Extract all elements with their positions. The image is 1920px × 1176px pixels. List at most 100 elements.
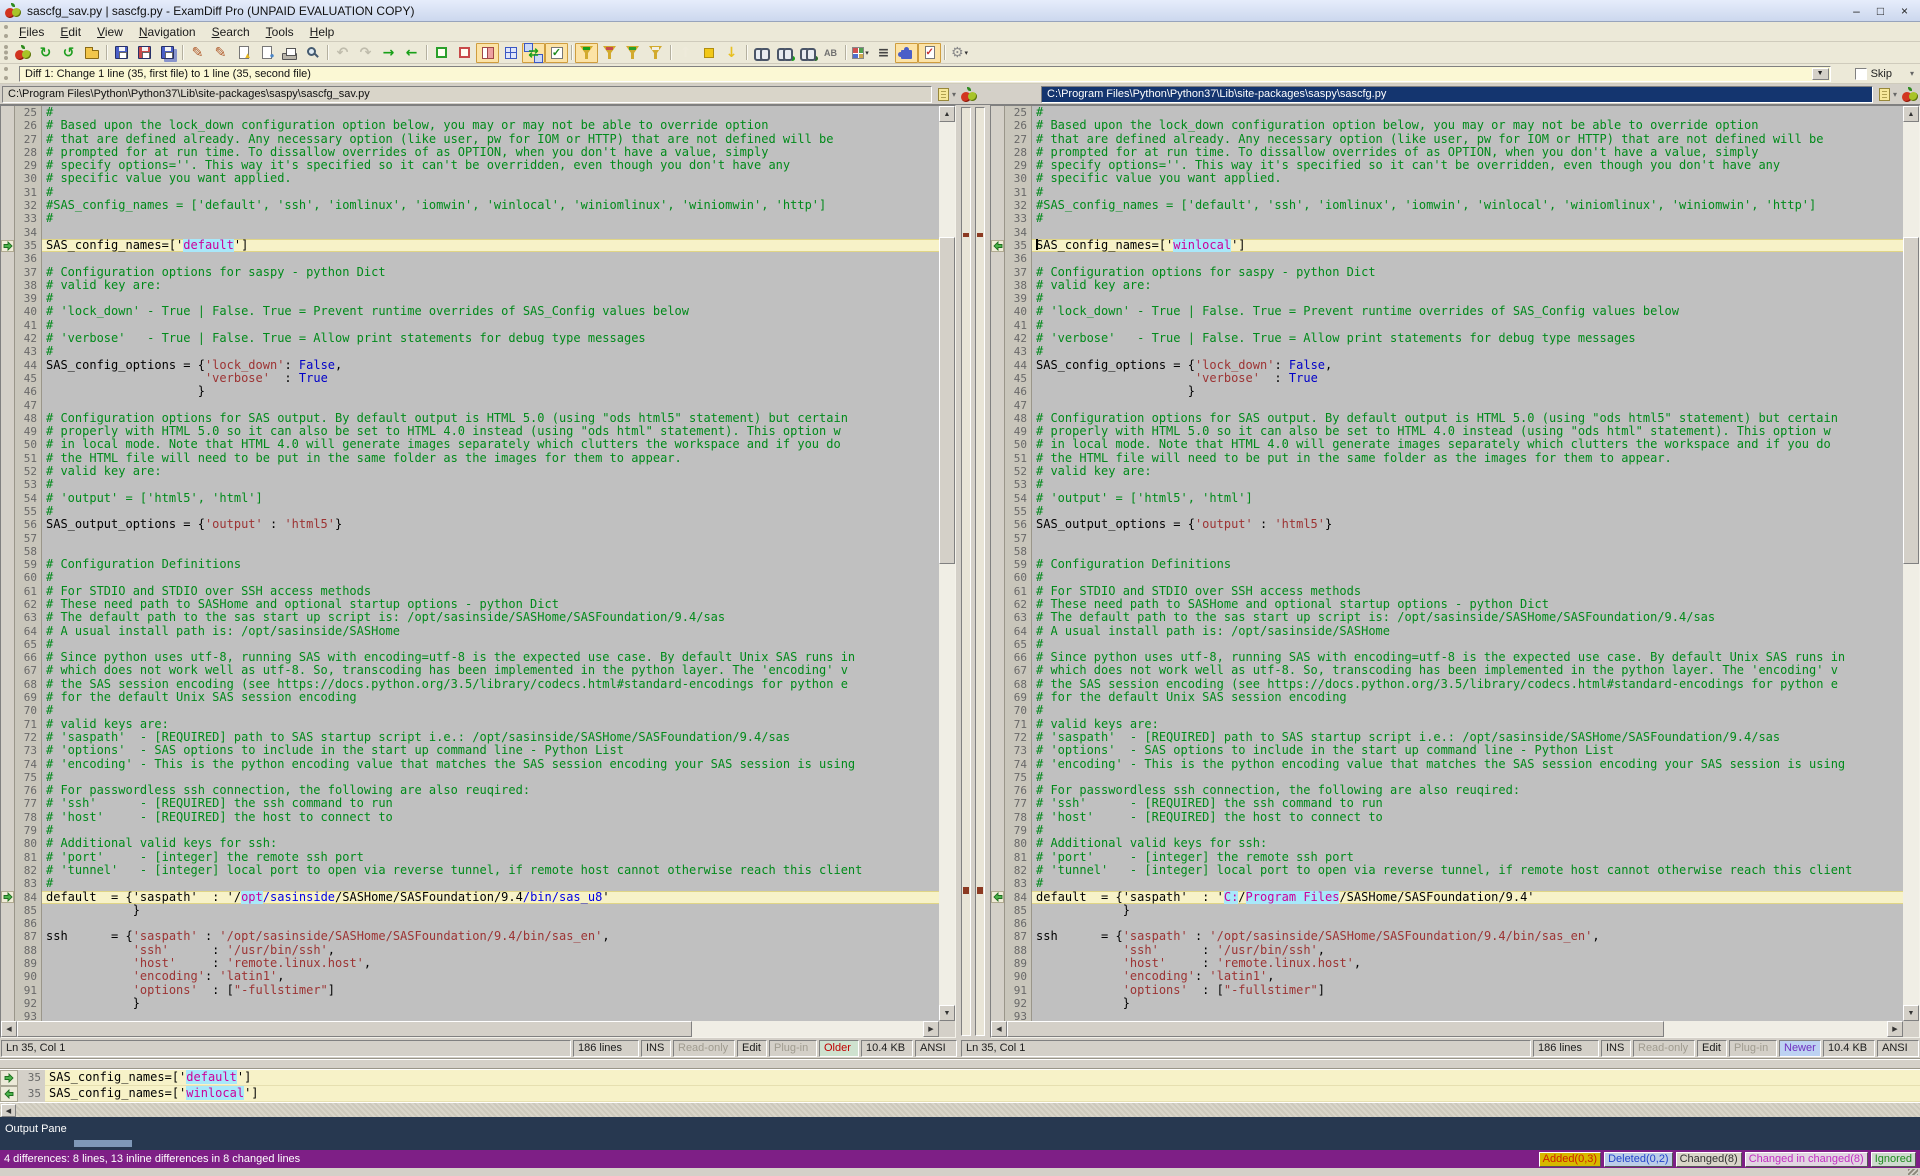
left-code-area[interactable]: 25#26# Based upon the lock_down configur… xyxy=(1,106,939,1021)
code-line-39[interactable]: 39# xyxy=(1,292,939,305)
code-line-89[interactable]: 89 'host' : 'remote.linux.host', xyxy=(1,957,939,970)
diff-map-mark[interactable] xyxy=(977,887,983,894)
previous-difference-button[interactable]: ↑ xyxy=(674,43,697,63)
right-code-area[interactable]: 25#26# Based upon the lock_down configur… xyxy=(991,106,1903,1021)
code-line-92[interactable]: 92 } xyxy=(991,997,1903,1010)
code-line-76[interactable]: 76# For passwordless ssh connection, the… xyxy=(991,784,1903,797)
code-line-43[interactable]: 43# xyxy=(991,345,1903,358)
four-way-view-button[interactable] xyxy=(499,43,522,63)
code-line-52[interactable]: 52# valid key are: xyxy=(991,465,1903,478)
badge-changed-8-[interactable]: Changed(8) xyxy=(1676,1152,1742,1167)
copy-block-right-button[interactable]: → xyxy=(377,43,400,63)
code-line-41[interactable]: 41# xyxy=(1,319,939,332)
code-line-93[interactable]: 93 xyxy=(991,1010,1903,1021)
code-line-51[interactable]: 51# the HTML file will need to be put in… xyxy=(991,452,1903,465)
code-line-72[interactable]: 72# 'saspath' - [REQUIRED] path to SAS s… xyxy=(1,731,939,744)
code-line-54[interactable]: 54# 'output' = ['html5', 'html'] xyxy=(991,492,1903,505)
code-line-74[interactable]: 74# 'encoding' - This is the python enco… xyxy=(1,758,939,771)
code-line-37[interactable]: 37# Configuration options for saspy - py… xyxy=(1,266,939,279)
status-186-lines[interactable]: 186 lines xyxy=(573,1040,639,1057)
code-line-51[interactable]: 51# the HTML file will need to be put in… xyxy=(1,452,939,465)
code-line-76[interactable]: 76# For passwordless ssh connection, the… xyxy=(1,784,939,797)
find-button[interactable] xyxy=(750,43,773,63)
status-ln-35-col-1[interactable]: Ln 35, Col 1 xyxy=(961,1040,1531,1057)
code-line-40[interactable]: 40# 'lock_down' - True | False. True = P… xyxy=(991,305,1903,318)
diff-detail-row[interactable]: 35SAS_config_names=['default'] xyxy=(0,1070,1920,1086)
status-ansi[interactable]: ANSI xyxy=(1877,1040,1919,1057)
copy-left-marker-icon[interactable] xyxy=(991,240,1004,252)
code-line-25[interactable]: 25# xyxy=(991,106,1903,119)
code-line-85[interactable]: 85 } xyxy=(991,904,1903,917)
code-line-66[interactable]: 66# Since python uses utf-8, running SAS… xyxy=(1,651,939,664)
diff-map-mark[interactable] xyxy=(963,887,969,894)
code-line-85[interactable]: 85 } xyxy=(1,904,939,917)
skip-checkbox[interactable] xyxy=(1855,68,1867,80)
code-line-75[interactable]: 75# xyxy=(991,771,1903,784)
print-button[interactable] xyxy=(278,43,301,63)
code-line-30[interactable]: 30# specific value you want applied. xyxy=(1,172,939,185)
status-edit[interactable]: Edit xyxy=(737,1040,767,1057)
right-compare-icon[interactable] xyxy=(1902,87,1918,102)
code-line-60[interactable]: 60# xyxy=(991,571,1903,584)
current-difference-button[interactable] xyxy=(697,43,720,63)
code-line-88[interactable]: 88 'ssh' : '/usr/bin/ssh', xyxy=(1,944,939,957)
code-line-87[interactable]: 87ssh = {'saspath' : '/opt/sasinside/SAS… xyxy=(991,930,1903,943)
code-line-26[interactable]: 26# Based upon the lock_down configurati… xyxy=(1,119,939,132)
diff-selector-dropdown-button[interactable]: ▼ xyxy=(1812,68,1829,80)
save-first-file-button[interactable] xyxy=(110,43,133,63)
toolbar-grip[interactable] xyxy=(4,45,8,60)
code-line-42[interactable]: 42# 'verbose' - True | False. True = All… xyxy=(1,332,939,345)
scroll-down-button[interactable]: ▼ xyxy=(1903,1005,1919,1021)
code-line-71[interactable]: 71# valid keys are: xyxy=(991,718,1903,731)
code-line-62[interactable]: 62# These need path to SASHome and optio… xyxy=(1,598,939,611)
code-line-65[interactable]: 65# xyxy=(991,638,1903,651)
code-line-82[interactable]: 82# 'tunnel' - [integer] local port to o… xyxy=(1,864,939,877)
code-line-45[interactable]: 45 'verbose' : True xyxy=(1,372,939,385)
right-vertical-scrollbar[interactable]: ▲ ▼ xyxy=(1903,106,1919,1021)
menu-navigation[interactable]: Navigation xyxy=(131,23,204,41)
code-line-36[interactable]: 36 xyxy=(1,252,939,265)
recompare-button[interactable]: ↻ xyxy=(34,43,57,63)
right-file-options-icon[interactable] xyxy=(1879,88,1890,101)
open-files-button[interactable] xyxy=(80,43,103,63)
code-line-59[interactable]: 59# Configuration Definitions xyxy=(1,558,939,571)
code-line-26[interactable]: 26# Based upon the lock_down configurati… xyxy=(991,119,1903,132)
status-read-only[interactable]: Read-only xyxy=(673,1040,735,1057)
code-line-55[interactable]: 55# xyxy=(1,505,939,518)
left-horizontal-scrollbar[interactable]: ◀ ▶ xyxy=(1,1021,939,1037)
code-line-73[interactable]: 73# 'options' - SAS options to include i… xyxy=(991,744,1903,757)
code-line-59[interactable]: 59# Configuration Definitions xyxy=(991,558,1903,571)
undo-button[interactable]: ↶ xyxy=(331,43,354,63)
code-line-61[interactable]: 61# For STDIO and STDIO over SSH access … xyxy=(991,585,1903,598)
code-line-40[interactable]: 40# 'lock_down' - True | False. True = P… xyxy=(1,305,939,318)
code-line-57[interactable]: 57 xyxy=(991,532,1903,545)
status-ins[interactable]: INS xyxy=(641,1040,671,1057)
left-file-options-icon[interactable] xyxy=(938,88,949,101)
options-button[interactable]: ⚙▾ xyxy=(948,43,971,63)
code-line-65[interactable]: 65# xyxy=(1,638,939,651)
menu-edit[interactable]: Edit xyxy=(52,23,89,41)
copy-right-marker-icon[interactable] xyxy=(1,240,14,252)
badge-ignored[interactable]: Ignored xyxy=(1871,1152,1916,1167)
save-differences-button[interactable]: ▲ xyxy=(232,43,255,63)
copy-left-icon[interactable] xyxy=(0,1086,18,1102)
badge-deleted-0-2-[interactable]: Deleted(0,2) xyxy=(1604,1152,1673,1167)
code-line-83[interactable]: 83# xyxy=(1,877,939,890)
code-line-28[interactable]: 28# prompted for at run time. To dissall… xyxy=(1,146,939,159)
code-line-44[interactable]: 44SAS_config_options = {'lock_down': Fal… xyxy=(1,359,939,372)
right-file-options-dropdown[interactable]: ▾ xyxy=(1893,90,1897,99)
code-line-46[interactable]: 46 } xyxy=(1,385,939,398)
code-line-54[interactable]: 54# 'output' = ['html5', 'html'] xyxy=(1,492,939,505)
code-line-35[interactable]: 35SAS_config_names=['winlocal'] xyxy=(991,239,1903,252)
badge-added-0-3-[interactable]: Added(0,3) xyxy=(1539,1152,1601,1167)
scroll-left-button[interactable]: ◀ xyxy=(1,1021,17,1037)
code-line-60[interactable]: 60# xyxy=(1,571,939,584)
show-different-lines-button[interactable] xyxy=(598,43,621,63)
code-line-34[interactable]: 34 xyxy=(991,226,1903,239)
toolbar-overflow-chevron[interactable]: ▾ xyxy=(1910,69,1914,78)
status-edit[interactable]: Edit xyxy=(1697,1040,1727,1057)
code-line-30[interactable]: 30# specific value you want applied. xyxy=(991,172,1903,185)
code-line-71[interactable]: 71# valid keys are: xyxy=(1,718,939,731)
code-line-31[interactable]: 31# xyxy=(1,186,939,199)
scroll-left-button[interactable]: ◀ xyxy=(1,1104,16,1117)
